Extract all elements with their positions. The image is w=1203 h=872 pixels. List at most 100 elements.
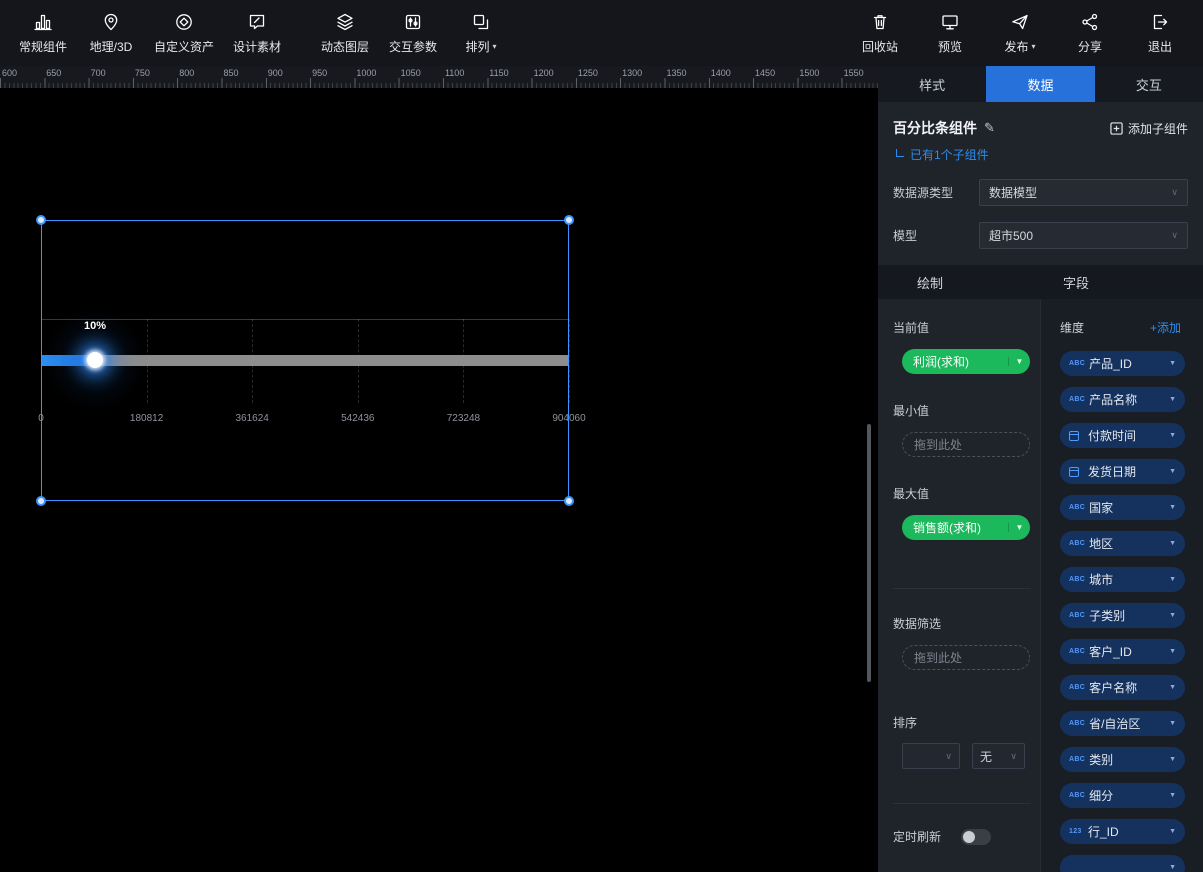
share-icon xyxy=(1079,11,1101,33)
tab-style[interactable]: 样式 xyxy=(878,66,986,102)
chevron-down-icon: ▼ xyxy=(1169,360,1176,367)
panel-columns: 当前值 利润(求和) ▼ 最小值 拖到此处 最大值 销售额(求和) ▼ xyxy=(878,299,1203,872)
field-pill[interactable]: ABC 细分 ▼ xyxy=(1060,783,1185,808)
toolbar-item-design-material[interactable]: 设计素材 xyxy=(228,9,286,57)
gridline xyxy=(569,319,570,403)
field-label: 发货日期 xyxy=(1088,463,1169,480)
chevron-down-icon: ∨ xyxy=(945,751,952,762)
ruler-label: 650 xyxy=(46,66,90,78)
field-pill[interactable]: 123 行_ID ▼ xyxy=(1060,819,1185,844)
toolbar-item-preview[interactable]: 预览 xyxy=(921,9,979,57)
field-pill[interactable]: ABC 子类别 ▼ xyxy=(1060,603,1185,628)
toolbar-item-share[interactable]: 分享 xyxy=(1061,9,1119,57)
add-dimension-button[interactable]: +添加 xyxy=(1150,319,1181,336)
datasource-select[interactable]: 数据模型 ∨ xyxy=(979,179,1188,206)
field-pill[interactable]: 付款时间 ▼ xyxy=(1060,423,1185,448)
field-pill[interactable]: ABC 产品_ID ▼ xyxy=(1060,351,1185,376)
field-type-icon xyxy=(1069,431,1079,441)
ruler-label: 1350 xyxy=(666,66,710,78)
chevron-down-icon: ▼ xyxy=(1169,432,1176,439)
field-type-icon: ABC xyxy=(1069,756,1085,763)
toolbar-item-exit[interactable]: 退出 xyxy=(1131,9,1189,57)
chevron-down-icon: ▼ xyxy=(1169,864,1176,871)
toolbar-item-label: 分享 xyxy=(1078,38,1102,55)
field-pill[interactable]: ABC 客户_ID ▼ xyxy=(1060,639,1185,664)
toolbar-item-geo-3d[interactable]: 地理/3D xyxy=(82,9,140,57)
field-pill[interactable]: ABC 省/自治区 ▼ xyxy=(1060,711,1185,736)
toolbar-item-custom-assets[interactable]: 自定义资产 xyxy=(150,9,218,57)
parameters-icon xyxy=(402,11,424,33)
panel-body: 百分比条组件 ✎ 添加子组件 已有1个子组件 数据源类型 数据模型 ∨ 模型 xyxy=(878,102,1203,872)
toolbar-item-recycle-bin[interactable]: 回收站 xyxy=(851,9,909,57)
model-value: 超市500 xyxy=(989,227,1033,244)
resize-handle-bottom-right[interactable] xyxy=(564,496,574,506)
fields-column: 维度 +添加 ABC 产品_ID ▼ A xyxy=(1040,299,1203,872)
field-pill[interactable]: 发货日期 ▼ xyxy=(1060,459,1185,484)
datasource-value: 数据模型 xyxy=(989,184,1037,201)
toolbar-item-label: 交互参数 xyxy=(389,38,437,55)
ruler-label: 1400 xyxy=(711,66,755,78)
sort-order-select[interactable]: 无 ∨ xyxy=(972,743,1025,769)
dropzone-placeholder: 拖到此处 xyxy=(914,649,962,666)
design-canvas[interactable]: 10% 0180812361624542436723248904060 xyxy=(0,88,878,872)
resize-handle-bottom-left[interactable] xyxy=(36,496,46,506)
field-type-icon: ABC xyxy=(1069,504,1085,511)
design-material-icon xyxy=(246,11,268,33)
field-type-icon: ABC xyxy=(1069,612,1085,619)
field-pill[interactable]: ABC 类别 ▼ xyxy=(1060,747,1185,772)
toolbar-item-common-components[interactable]: 常规组件 xyxy=(14,9,72,57)
field-pill[interactable]: ABC 客户名称 ▼ xyxy=(1060,675,1185,700)
resize-handle-top-left[interactable] xyxy=(36,215,46,225)
sort-field-select[interactable]: ∨ xyxy=(902,743,960,769)
field-label: 行_ID xyxy=(1088,823,1169,840)
caret-down-icon: ▾ xyxy=(1032,42,1036,51)
dimensions-label: 维度 xyxy=(1060,319,1084,336)
chevron-down-icon: ▼ xyxy=(1169,468,1176,475)
section-divider xyxy=(893,588,1031,589)
max-value-pill[interactable]: 销售额(求和) ▼ xyxy=(902,515,1030,540)
subtab-fields[interactable]: 字段 xyxy=(1040,273,1203,292)
chevron-down-icon: ▼ xyxy=(1169,792,1176,799)
current-value-pill[interactable]: 利润(求和) ▼ xyxy=(902,349,1030,374)
subcomponent-note[interactable]: 已有1个子组件 xyxy=(896,146,1203,163)
publish-icon xyxy=(1009,11,1031,33)
toolbar-item-label: 设计素材 xyxy=(233,38,281,55)
field-label: 城市 xyxy=(1089,571,1169,588)
field-pill[interactable]: ▼ xyxy=(1060,855,1185,872)
toolbar-item-interaction-params[interactable]: 交互参数 xyxy=(384,9,442,57)
timed-refresh-toggle[interactable] xyxy=(961,829,991,845)
toolbar-item-publish[interactable]: 发布 ▾ xyxy=(991,9,1049,57)
model-row: 模型 超市500 ∨ xyxy=(878,222,1203,249)
data-filter-dropzone[interactable]: 拖到此处 xyxy=(902,645,1030,670)
add-subcomponent-button[interactable]: 添加子组件 xyxy=(1110,120,1188,137)
tab-data[interactable]: 数据 xyxy=(986,66,1094,102)
edit-pencil-icon[interactable]: ✎ xyxy=(984,120,995,136)
field-pill[interactable]: ABC 城市 ▼ xyxy=(1060,567,1185,592)
chevron-down-icon: ▼ xyxy=(1169,396,1176,403)
tab-interaction[interactable]: 交互 xyxy=(1095,66,1203,102)
ruler-label: 950 xyxy=(312,66,356,78)
add-subcomponent-label: 添加子组件 xyxy=(1128,120,1188,137)
field-label: 细分 xyxy=(1089,787,1169,804)
field-pill[interactable]: ABC 国家 ▼ xyxy=(1060,495,1185,520)
toolbar-item-label: 回收站 xyxy=(862,38,898,55)
field-type-icon xyxy=(1069,467,1079,477)
toolbar-item-arrange[interactable]: 排列 ▾ xyxy=(452,9,510,57)
selection-box[interactable] xyxy=(41,220,569,501)
canvas-scrollbar[interactable] xyxy=(867,424,871,682)
min-value-dropzone[interactable]: 拖到此处 xyxy=(902,432,1030,457)
toolbar-item-label: 常规组件 xyxy=(19,38,67,55)
model-select[interactable]: 超市500 ∨ xyxy=(979,222,1188,249)
field-pill[interactable]: ABC 产品名称 ▼ xyxy=(1060,387,1185,412)
chevron-down-icon: ▼ xyxy=(1169,504,1176,511)
chevron-down-icon: ▼ xyxy=(1169,720,1176,727)
subtab-draw[interactable]: 绘制 xyxy=(878,273,1040,292)
resize-handle-top-right[interactable] xyxy=(564,215,574,225)
asset-icon xyxy=(173,11,195,33)
field-pill[interactable]: ABC 地区 ▼ xyxy=(1060,531,1185,556)
field-type-icon: ABC xyxy=(1069,648,1085,655)
component-title: 百分比条组件 xyxy=(893,118,977,138)
field-type-icon: ABC xyxy=(1069,792,1085,799)
toolbar-item-dynamic-layers[interactable]: 动态图层 xyxy=(316,9,374,57)
field-type-icon: ABC xyxy=(1069,360,1085,367)
